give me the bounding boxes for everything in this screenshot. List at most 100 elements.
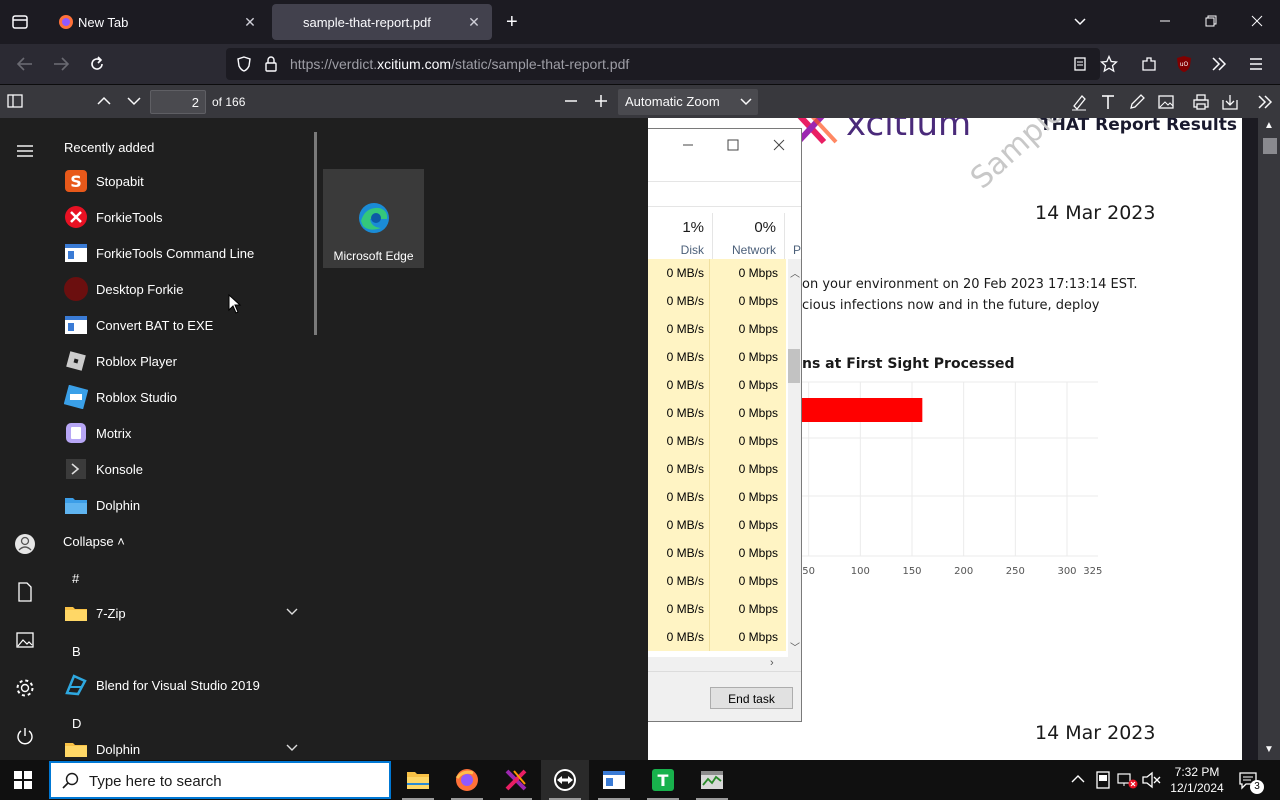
process-list-scrollbar[interactable]: ︿ ﹀ [788, 259, 801, 657]
recent-app-item[interactable]: ForkieTools Command Line [50, 235, 310, 271]
print-icon[interactable] [1192, 93, 1210, 111]
taskbar-firefox[interactable] [443, 760, 491, 800]
scroll-right-arrow-icon[interactable]: › [770, 657, 774, 669]
reader-view-icon[interactable] [1072, 56, 1088, 72]
tray-app-icon[interactable] [1095, 771, 1111, 789]
table-row[interactable]: 0 MB/s 0 Mbps [648, 259, 788, 287]
url-bar[interactable]: https://verdict.xcitium.com/static/sampl… [226, 48, 1100, 80]
text-tool-icon[interactable] [1099, 93, 1117, 111]
table-row[interactable]: 0 MB/s 0 Mbps [648, 483, 788, 511]
end-task-button[interactable]: End task [710, 687, 793, 709]
taskbar-window-app[interactable] [590, 760, 638, 800]
draw-pen-icon[interactable] [1128, 93, 1146, 111]
taskbar-task-manager[interactable] [688, 760, 736, 800]
volume-muted-icon[interactable] [1141, 771, 1161, 789]
recent-app-item[interactable]: Convert BAT to EXE [50, 307, 310, 343]
zoom-in-icon[interactable] [594, 94, 608, 108]
settings-gear-icon[interactable] [13, 676, 37, 700]
tab-new-tab[interactable]: New Tab ✕ [44, 4, 268, 40]
reload-icon[interactable] [88, 55, 106, 73]
scroll-up-arrow-icon[interactable]: ︿ [790, 265, 800, 280]
section-letter-hash[interactable]: # [72, 571, 79, 586]
taskbar-teamviewer[interactable] [541, 760, 589, 800]
network-disconnected-icon[interactable] [1117, 771, 1139, 789]
table-row[interactable]: 0 MB/s 0 Mbps [648, 427, 788, 455]
pictures-icon[interactable] [13, 628, 37, 652]
close-window-icon[interactable] [773, 139, 785, 151]
minimize-icon[interactable] [1158, 14, 1172, 28]
sidebar-toggle-icon[interactable] [6, 93, 24, 109]
close-tab-icon[interactable]: ✕ [466, 14, 482, 30]
lock-icon[interactable] [264, 55, 278, 73]
highlight-icon[interactable] [1070, 93, 1088, 111]
close-window-icon[interactable] [1250, 14, 1264, 28]
maximize-icon[interactable] [727, 139, 739, 151]
table-row[interactable]: 0 MB/s 0 Mbps [648, 287, 788, 315]
expand-menu-icon[interactable] [13, 139, 37, 163]
save-download-icon[interactable] [1221, 93, 1239, 111]
chevron-down-icon[interactable] [1072, 14, 1088, 30]
hamburger-menu-icon[interactable] [1248, 56, 1264, 72]
restore-icon[interactable] [1204, 14, 1218, 28]
previous-page-icon[interactable] [96, 94, 112, 108]
new-tab-plus-icon[interactable]: + [506, 12, 518, 32]
close-tab-icon[interactable]: ✕ [242, 14, 258, 30]
url-text[interactable]: https://verdict.xcitium.com/static/sampl… [290, 56, 629, 72]
taskbar-search-box[interactable]: Type here to search [49, 761, 391, 799]
image-insert-icon[interactable] [1157, 93, 1175, 111]
minimize-icon[interactable] [682, 143, 694, 147]
table-row[interactable]: 0 MB/s 0 Mbps [648, 567, 788, 595]
recent-app-item[interactable]: Roblox Studio [50, 379, 310, 415]
forward-arrow-icon[interactable] [52, 56, 70, 72]
pdf-scrollbar[interactable]: ▲ ▼ [1258, 118, 1280, 760]
ublock-icon[interactable]: uO [1175, 55, 1193, 73]
scroll-down-arrow-icon[interactable]: ﹀ [790, 639, 800, 654]
collapse-button[interactable]: Collapse ˄ [63, 534, 125, 549]
app-blend-vs-2019[interactable]: Blend for Visual Studio 2019 [50, 667, 310, 703]
table-row[interactable]: 0 MB/s 0 Mbps [648, 315, 788, 343]
table-row[interactable]: 0 MB/s 0 Mbps [648, 455, 788, 483]
table-row[interactable]: 0 MB/s 0 Mbps [648, 343, 788, 371]
taskbar-xcitium[interactable] [492, 760, 540, 800]
system-clock[interactable]: 7:32 PM 12/1/2024 [1166, 764, 1228, 796]
list-all-tabs-icon[interactable] [10, 12, 30, 32]
page-number-input[interactable]: 2 [150, 90, 206, 114]
recent-app-item[interactable]: S Stopabit [50, 163, 310, 199]
taskbar-file-explorer[interactable] [394, 760, 442, 800]
back-arrow-icon[interactable] [16, 56, 34, 72]
zoom-select[interactable]: Automatic Zoom [618, 89, 758, 115]
tracking-shield-icon[interactable] [236, 56, 252, 72]
scrollbar-thumb[interactable] [1263, 138, 1277, 154]
pinned-tile-microsoft-edge[interactable]: Microsoft Edge [323, 169, 424, 268]
app-list-scrollbar[interactable] [314, 132, 317, 335]
user-account-icon[interactable] [13, 532, 37, 556]
section-letter-b[interactable]: B [72, 644, 81, 659]
documents-icon[interactable] [13, 580, 37, 604]
table-row[interactable]: 0 MB/s 0 Mbps [648, 539, 788, 567]
recent-app-item[interactable]: Desktop Forkie [50, 271, 310, 307]
extensions-icon[interactable] [1140, 55, 1158, 73]
table-row[interactable]: 0 MB/s 0 Mbps [648, 511, 788, 539]
scroll-up-arrow-icon[interactable]: ▲ [1264, 120, 1274, 131]
table-row[interactable]: 0 MB/s 0 Mbps [648, 399, 788, 427]
section-letter-d[interactable]: D [72, 716, 81, 731]
scroll-down-arrow-icon[interactable]: ▼ [1264, 744, 1274, 755]
bookmark-star-icon[interactable] [1100, 55, 1118, 73]
zoom-out-icon[interactable] [564, 94, 578, 108]
table-row[interactable]: 0 MB/s 0 Mbps [648, 623, 788, 651]
recent-app-item[interactable]: ForkieTools [50, 199, 310, 235]
table-row[interactable]: 0 MB/s 0 Mbps [648, 595, 788, 623]
next-page-icon[interactable] [126, 94, 142, 108]
scrollbar-thumb[interactable] [788, 349, 800, 383]
windows-start-icon[interactable] [13, 770, 33, 790]
tools-chevrons-icon[interactable] [1256, 94, 1274, 110]
network-column-header[interactable]: Network [710, 243, 778, 257]
chevron-up-icon[interactable] [1070, 772, 1086, 786]
power-column-header[interactable]: P [793, 243, 801, 257]
recent-app-item[interactable]: Motrix [50, 415, 310, 451]
app-7-zip[interactable]: 7-Zip [50, 595, 310, 631]
power-icon[interactable] [13, 724, 37, 748]
notifications-icon[interactable]: 3 [1238, 770, 1264, 794]
recent-app-item[interactable]: Roblox Player [50, 343, 310, 379]
horizontal-scrollbar[interactable]: › [648, 657, 801, 671]
